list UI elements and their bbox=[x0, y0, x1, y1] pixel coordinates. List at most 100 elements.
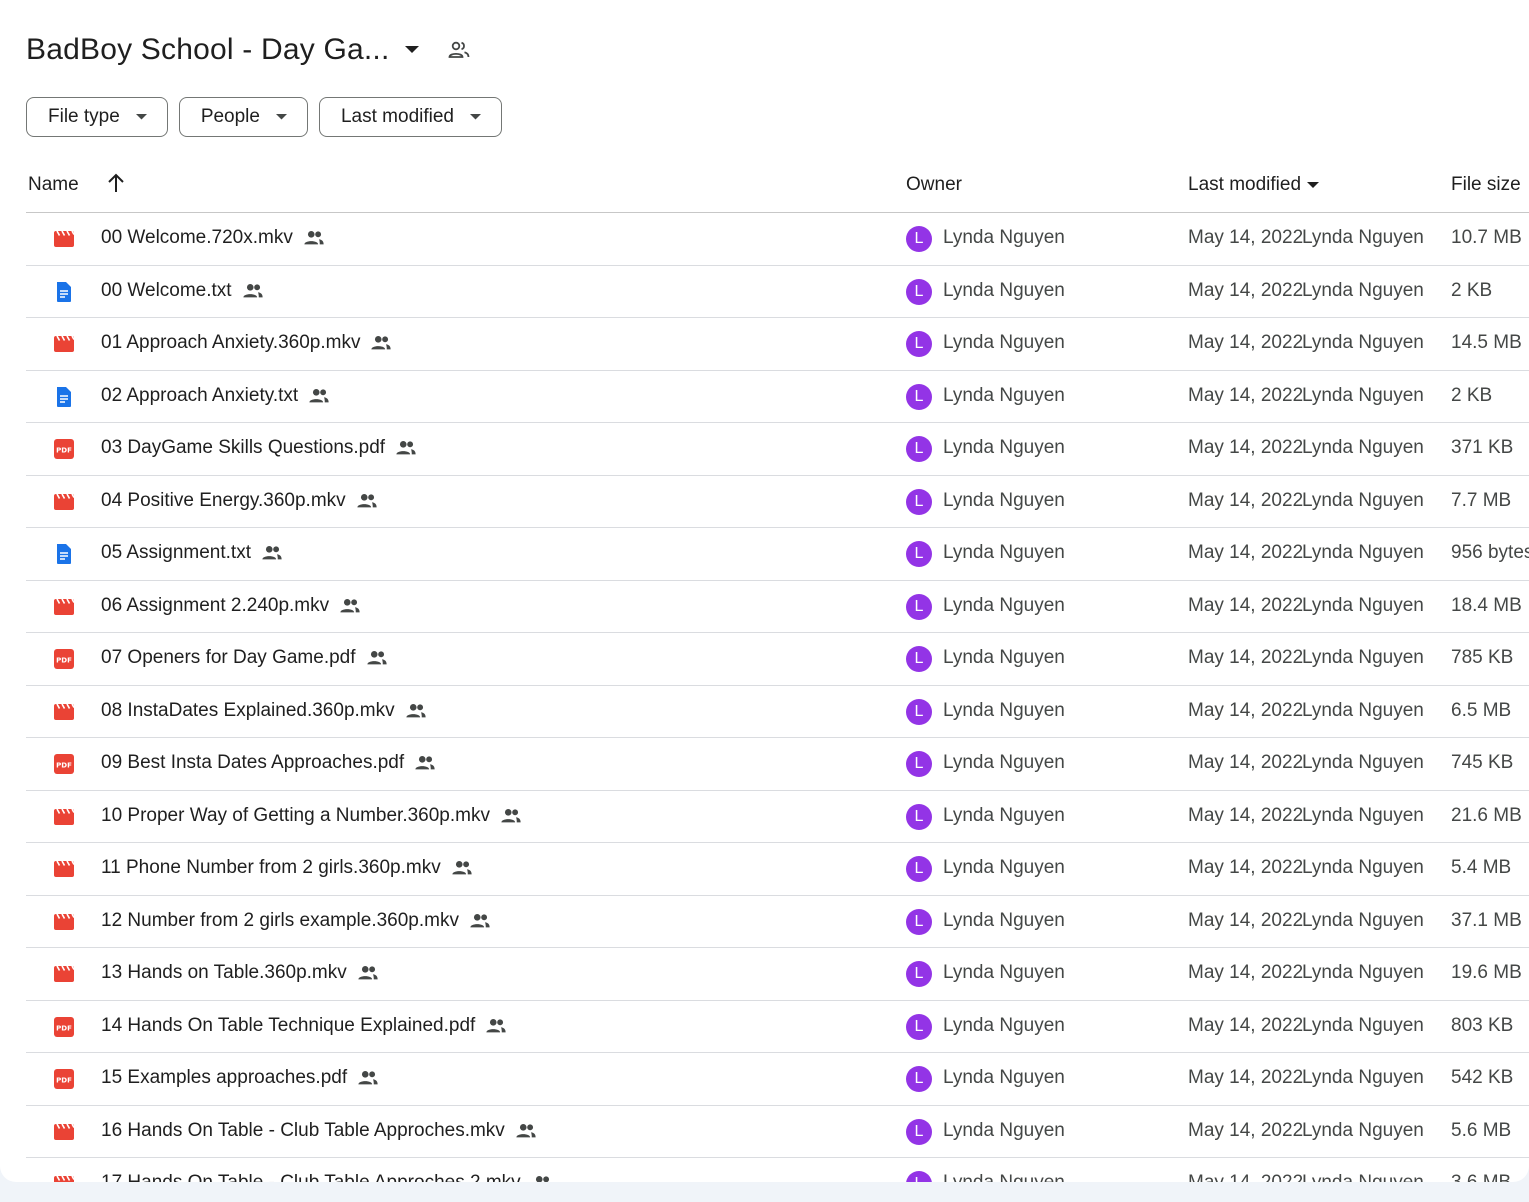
file-row[interactable]: PDF 09 Best Insta Dates Approaches.pdf L Ly… bbox=[26, 738, 1529, 791]
file-row[interactable]: 12 Number from 2 girls example.360p.mkv L… bbox=[26, 896, 1529, 948]
shared-icon bbox=[261, 542, 283, 564]
file-name[interactable]: 10 Proper Way of Getting a Number.360p.m… bbox=[101, 805, 490, 827]
file-row[interactable]: 11 Phone Number from 2 girls.360p.mkv L Ly… bbox=[26, 843, 1529, 896]
file-size: 19.6 MB bbox=[1451, 962, 1522, 983]
file-size: 3.6 MB bbox=[1451, 1172, 1511, 1182]
sort-ascending-arrow-icon[interactable] bbox=[106, 172, 126, 200]
file-name[interactable]: 17 Hands On Table - Club Table Approches… bbox=[101, 1172, 521, 1182]
file-name[interactable]: 15 Examples approaches.pdf bbox=[101, 1067, 347, 1089]
file-name[interactable]: 02 Approach Anxiety.txt bbox=[101, 385, 298, 407]
modified-by: Lynda Nguyen bbox=[1302, 1119, 1424, 1141]
shared-icon bbox=[370, 332, 392, 354]
avatar: L bbox=[906, 698, 932, 725]
name-column-header[interactable]: Name bbox=[28, 174, 79, 196]
owner-name: Lynda Nguyen bbox=[943, 699, 1065, 721]
owner-name: Lynda Nguyen bbox=[943, 332, 1065, 353]
modified-date: May 14, 2022 bbox=[1188, 1119, 1304, 1141]
pdf-file-icon: PDF bbox=[52, 752, 76, 776]
modified-by: Lynda Nguyen bbox=[1302, 1172, 1424, 1182]
shared-icon bbox=[531, 1172, 553, 1182]
file-row[interactable]: PDF 14 Hands On Table Technique Explained… bbox=[26, 1001, 1529, 1053]
avatar: L bbox=[906, 961, 932, 987]
modified-date: May 14, 2022 bbox=[1188, 437, 1304, 458]
file-row[interactable]: 17 Hands On Table - Club Table Approches… bbox=[26, 1158, 1529, 1182]
file-name[interactable]: 11 Phone Number from 2 girls.360p.mkv bbox=[101, 857, 441, 879]
file-row[interactable]: 10 Proper Way of Getting a Number.360p.m… bbox=[26, 791, 1529, 843]
file-row[interactable]: 06 Assignment 2.240p.mkv L Lynda Nguyen May… bbox=[26, 581, 1529, 633]
video-file-icon bbox=[52, 700, 76, 724]
modified-by: Lynda Nguyen bbox=[1302, 699, 1424, 721]
shared-icon bbox=[366, 647, 388, 669]
file-name[interactable]: 13 Hands on Table.360p.mkv bbox=[101, 962, 347, 984]
file-name[interactable]: 00 Welcome.txt bbox=[101, 280, 232, 302]
modified-by: Lynda Nguyen bbox=[1302, 594, 1424, 616]
file-row[interactable]: 04 Positive Energy.360p.mkv L Lynda Nguyen… bbox=[26, 476, 1529, 528]
file-row[interactable]: 00 Welcome.720x.mkv L Lynda Nguyen May 14, … bbox=[26, 213, 1529, 266]
file-name[interactable]: 06 Assignment 2.240p.mkv bbox=[101, 595, 329, 617]
modified-date: May 14, 2022 bbox=[1188, 1014, 1304, 1036]
chevron-down-icon bbox=[470, 114, 481, 120]
file-row[interactable]: 05 Assignment.txt L Lynda Nguyen May 14, 20… bbox=[26, 528, 1529, 581]
avatar: L bbox=[906, 1013, 932, 1040]
file-size: 37.1 MB bbox=[1451, 909, 1522, 931]
avatar: L bbox=[906, 646, 932, 672]
last-modified-filter-chip[interactable]: Last modified bbox=[318, 97, 502, 137]
file-size: 745 KB bbox=[1451, 752, 1514, 773]
file-name[interactable]: 01 Approach Anxiety.360p.mkv bbox=[101, 332, 360, 354]
modified-date: May 14, 2022 bbox=[1188, 962, 1304, 983]
modified-date: May 14, 2022 bbox=[1188, 542, 1304, 563]
file-type-filter-chip[interactable]: File type bbox=[26, 97, 168, 137]
avatar: L bbox=[906, 278, 932, 305]
file-name[interactable]: 03 DayGame Skills Questions.pdf bbox=[101, 437, 385, 459]
file-size: 785 KB bbox=[1451, 647, 1514, 668]
owner-name: Lynda Nguyen bbox=[943, 594, 1065, 616]
file-row[interactable]: 16 Hands On Table - Club Table Approches… bbox=[26, 1106, 1529, 1158]
owner-column-header[interactable]: Owner bbox=[906, 174, 962, 196]
owner-name: Lynda Nguyen bbox=[943, 437, 1065, 458]
shared-icon bbox=[485, 1015, 507, 1037]
file-row[interactable]: 01 Approach Anxiety.360p.mkv L Lynda Nguye… bbox=[26, 318, 1529, 371]
shared-folder-icon[interactable] bbox=[446, 37, 472, 63]
chevron-down-icon bbox=[275, 114, 287, 120]
owner-name: Lynda Nguyen bbox=[943, 962, 1065, 983]
file-name[interactable]: 14 Hands On Table Technique Explained.pd… bbox=[101, 1015, 475, 1037]
shared-icon bbox=[405, 700, 427, 722]
file-row[interactable]: 13 Hands on Table.360p.mkv L Lynda Nguyen M… bbox=[26, 948, 1529, 1001]
folder-title[interactable]: BadBoy School - Day Ga... bbox=[26, 33, 390, 67]
filter-label: File type bbox=[48, 106, 120, 127]
file-row[interactable]: PDF 07 Openers for Day Game.pdf L Lynda Ngu… bbox=[26, 633, 1529, 686]
file-name[interactable]: 05 Assignment.txt bbox=[101, 542, 251, 564]
file-size-column-header[interactable]: File size bbox=[1451, 174, 1521, 196]
shared-icon bbox=[500, 805, 522, 827]
file-name[interactable]: 00 Welcome.720x.mkv bbox=[101, 227, 293, 249]
modified-by: Lynda Nguyen bbox=[1302, 857, 1424, 878]
svg-text:PDF: PDF bbox=[56, 1024, 72, 1032]
file-name[interactable]: 12 Number from 2 girls example.360p.mkv bbox=[101, 910, 459, 932]
file-name[interactable]: 09 Best Insta Dates Approaches.pdf bbox=[101, 752, 404, 774]
file-size: 14.5 MB bbox=[1451, 332, 1522, 353]
modified-date: May 14, 2022 bbox=[1188, 227, 1304, 248]
file-name[interactable]: 04 Positive Energy.360p.mkv bbox=[101, 490, 346, 512]
file-row[interactable]: 00 Welcome.txt L Lynda Nguyen May 14, 2022 L… bbox=[26, 266, 1529, 318]
last-modified-column-header[interactable]: Last modified bbox=[1188, 174, 1320, 196]
file-name[interactable]: 07 Openers for Day Game.pdf bbox=[101, 647, 356, 669]
modified-by: Lynda Nguyen bbox=[1302, 227, 1424, 248]
file-name[interactable]: 16 Hands On Table - Club Table Approches… bbox=[101, 1120, 505, 1142]
owner-name: Lynda Nguyen bbox=[943, 1014, 1065, 1036]
file-row[interactable]: 02 Approach Anxiety.txt L Lynda Nguyen May … bbox=[26, 371, 1529, 423]
shared-icon bbox=[356, 490, 378, 512]
pdf-file-icon: PDF bbox=[52, 1015, 76, 1039]
modified-by: Lynda Nguyen bbox=[1302, 752, 1424, 773]
owner-name: Lynda Nguyen bbox=[943, 1172, 1065, 1182]
file-row[interactable]: 08 InstaDates Explained.360p.mkv L Lynda N… bbox=[26, 686, 1529, 738]
people-filter-chip[interactable]: People bbox=[178, 97, 308, 137]
video-file-icon bbox=[52, 1172, 76, 1182]
file-size: 18.4 MB bbox=[1451, 594, 1522, 616]
file-row[interactable]: PDF 03 DayGame Skills Questions.pdf L Lynda… bbox=[26, 423, 1529, 476]
shared-icon bbox=[303, 227, 325, 249]
folder-menu-caret-icon[interactable] bbox=[400, 38, 424, 62]
file-name[interactable]: 08 InstaDates Explained.360p.mkv bbox=[101, 700, 395, 722]
avatar: L bbox=[906, 436, 932, 462]
file-size: 2 KB bbox=[1451, 279, 1493, 301]
file-row[interactable]: PDF 15 Examples approaches.pdf L Lynda Nguy… bbox=[26, 1053, 1529, 1106]
